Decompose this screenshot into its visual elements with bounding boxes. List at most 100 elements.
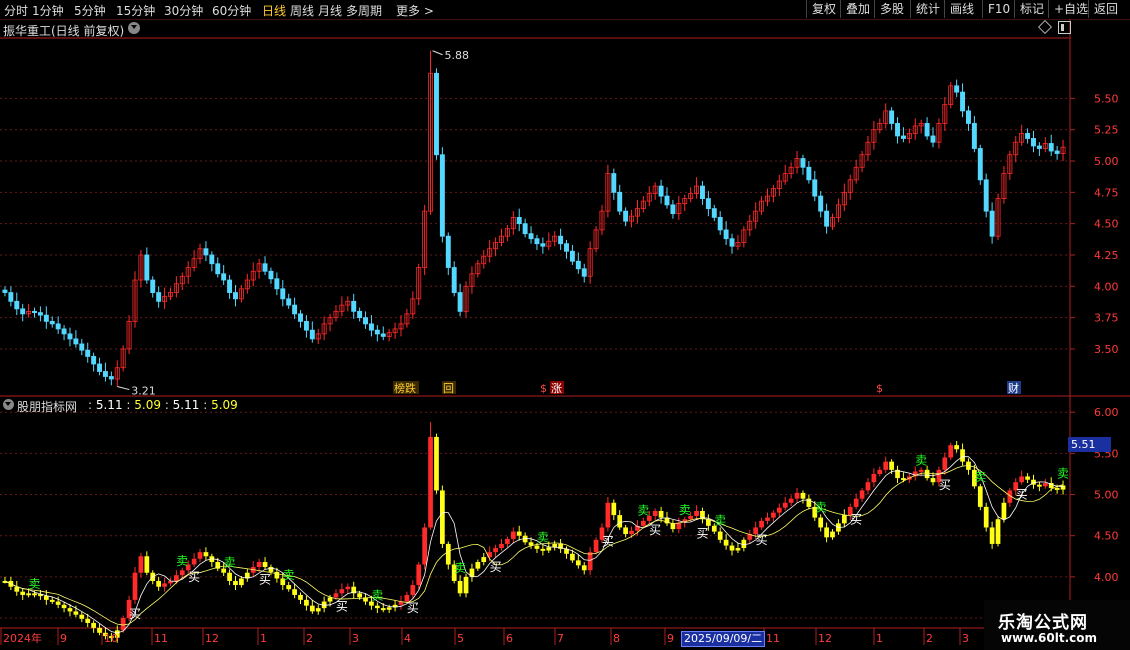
tab-daily[interactable]: 日线 xyxy=(262,2,286,19)
indicator-bar xyxy=(445,543,451,565)
candle-body xyxy=(37,312,43,316)
mark-button[interactable]: 标记 xyxy=(1014,0,1049,18)
candle-body xyxy=(215,263,221,275)
chevron-down-icon[interactable] xyxy=(128,22,140,34)
buy-signal: 买 xyxy=(850,512,862,526)
indicator-bar xyxy=(759,520,764,528)
f10-button[interactable]: F10 xyxy=(982,0,1015,18)
indicator-bar xyxy=(162,583,167,587)
indicator-bar xyxy=(918,469,924,472)
candle-body xyxy=(900,135,906,139)
chart-area[interactable]: 5.50 5.25 5.00 4.75 4.50 4.25 4.00 3.75 3.50 6.00… xyxy=(0,19,1130,650)
indicator-bar xyxy=(776,507,782,513)
multi-stock-button[interactable]: 多股 xyxy=(874,0,909,18)
sell-signal: 卖 xyxy=(283,568,295,582)
indicator-bar xyxy=(304,599,309,606)
time-label: 1 xyxy=(260,632,267,645)
indicator-value-3: 5.11 xyxy=(172,398,200,412)
candle-body xyxy=(368,323,374,331)
add-watchlist-button[interactable]: +自选 xyxy=(1048,0,1093,18)
tab-fenshi[interactable]: 分时 xyxy=(4,2,28,19)
indicator-bar xyxy=(286,585,292,590)
indicator-bar xyxy=(1025,476,1030,480)
candle-body xyxy=(971,123,977,149)
candle-body xyxy=(156,292,162,302)
indicator-bar xyxy=(948,445,954,458)
maximize-icon[interactable] xyxy=(1058,21,1071,34)
tab-60min[interactable]: 60分钟 xyxy=(212,2,251,19)
indicator-bar xyxy=(274,571,280,579)
indicator-bar xyxy=(924,469,930,479)
indicator-bar xyxy=(333,593,339,598)
indicator-bar xyxy=(658,511,664,518)
tab-1min[interactable]: 1分钟 xyxy=(32,2,64,19)
candle-body xyxy=(8,292,14,302)
candle-body xyxy=(433,72,439,156)
indicator-bar xyxy=(174,575,179,581)
high-marker-arrow xyxy=(432,50,443,56)
candle-body xyxy=(73,338,79,345)
tab-weekly[interactable]: 周线 xyxy=(290,2,314,19)
indicator-bar xyxy=(960,449,965,462)
indicator-bar xyxy=(138,556,144,573)
tab-5min[interactable]: 5分钟 xyxy=(74,2,106,19)
indicator-bar xyxy=(20,591,26,595)
indicator-bar xyxy=(97,627,102,633)
sell-signal: 卖 xyxy=(224,555,236,569)
tab-multi-period[interactable]: 多周期 xyxy=(346,2,382,19)
indicator-bar xyxy=(386,607,392,610)
candle-body xyxy=(233,292,238,300)
time-label: 3 xyxy=(352,632,359,645)
candle-body xyxy=(528,233,534,240)
indicator-bar xyxy=(782,502,788,508)
watermark-url: www.60lt.com xyxy=(1001,631,1098,645)
draw-line-button[interactable]: 画线 xyxy=(944,0,979,18)
candle-body xyxy=(209,254,215,265)
indicator-bar xyxy=(623,527,628,535)
candle-body xyxy=(965,110,971,124)
tab-30min[interactable]: 30分钟 xyxy=(164,2,203,19)
main-candlesticks xyxy=(2,50,1066,387)
tab-more[interactable]: 更多 > xyxy=(396,2,434,19)
candle-body xyxy=(954,85,960,93)
indicator-bar xyxy=(327,597,333,602)
indicator-chevron-icon[interactable] xyxy=(3,399,14,410)
time-label: 6 xyxy=(506,632,513,645)
candle-body xyxy=(699,185,705,200)
stock-title: 振华重工(日线 前复权) xyxy=(3,24,125,38)
indicator-bar xyxy=(499,543,504,549)
indicator-bar xyxy=(239,578,244,586)
indicator-bar xyxy=(1019,476,1025,483)
candle-body xyxy=(1025,133,1031,139)
candle-body xyxy=(800,158,806,168)
indicator-bar xyxy=(771,512,776,518)
candle-body xyxy=(49,320,55,325)
indicator-bar xyxy=(1054,487,1060,490)
sell-signal: 卖 xyxy=(176,554,188,568)
candle-body xyxy=(309,329,315,340)
candle-body xyxy=(1036,145,1042,149)
candle-body xyxy=(457,292,463,312)
fuquan-button[interactable]: 复权 xyxy=(806,0,841,18)
indicator-price-label: 4.00 xyxy=(1094,571,1119,584)
indicator-bar xyxy=(357,593,362,598)
statistics-button[interactable]: 统计 xyxy=(910,0,945,18)
overlay-button[interactable]: 叠加 xyxy=(840,0,875,18)
indicator-bar xyxy=(380,608,386,611)
indicator-bar xyxy=(794,492,800,499)
indicator-bar xyxy=(694,511,699,516)
candle-body xyxy=(292,304,298,315)
back-button[interactable]: 返回 xyxy=(1088,0,1123,18)
indicator-bar xyxy=(197,552,203,559)
indicator-price-label: 5.00 xyxy=(1094,489,1119,502)
buy-signal: 买 xyxy=(259,572,271,586)
candle-body xyxy=(670,204,676,215)
tab-15min[interactable]: 15分钟 xyxy=(116,2,155,19)
sell-signal: 卖 xyxy=(537,531,549,545)
tab-monthly[interactable]: 月线 xyxy=(318,2,342,19)
candle-body xyxy=(575,260,581,270)
time-label: 2 xyxy=(926,632,933,645)
indicator-bar xyxy=(410,585,416,595)
watermark-logo: 乐淘公式网 www.60lt.com xyxy=(984,600,1130,650)
indicator-bar xyxy=(853,498,859,507)
